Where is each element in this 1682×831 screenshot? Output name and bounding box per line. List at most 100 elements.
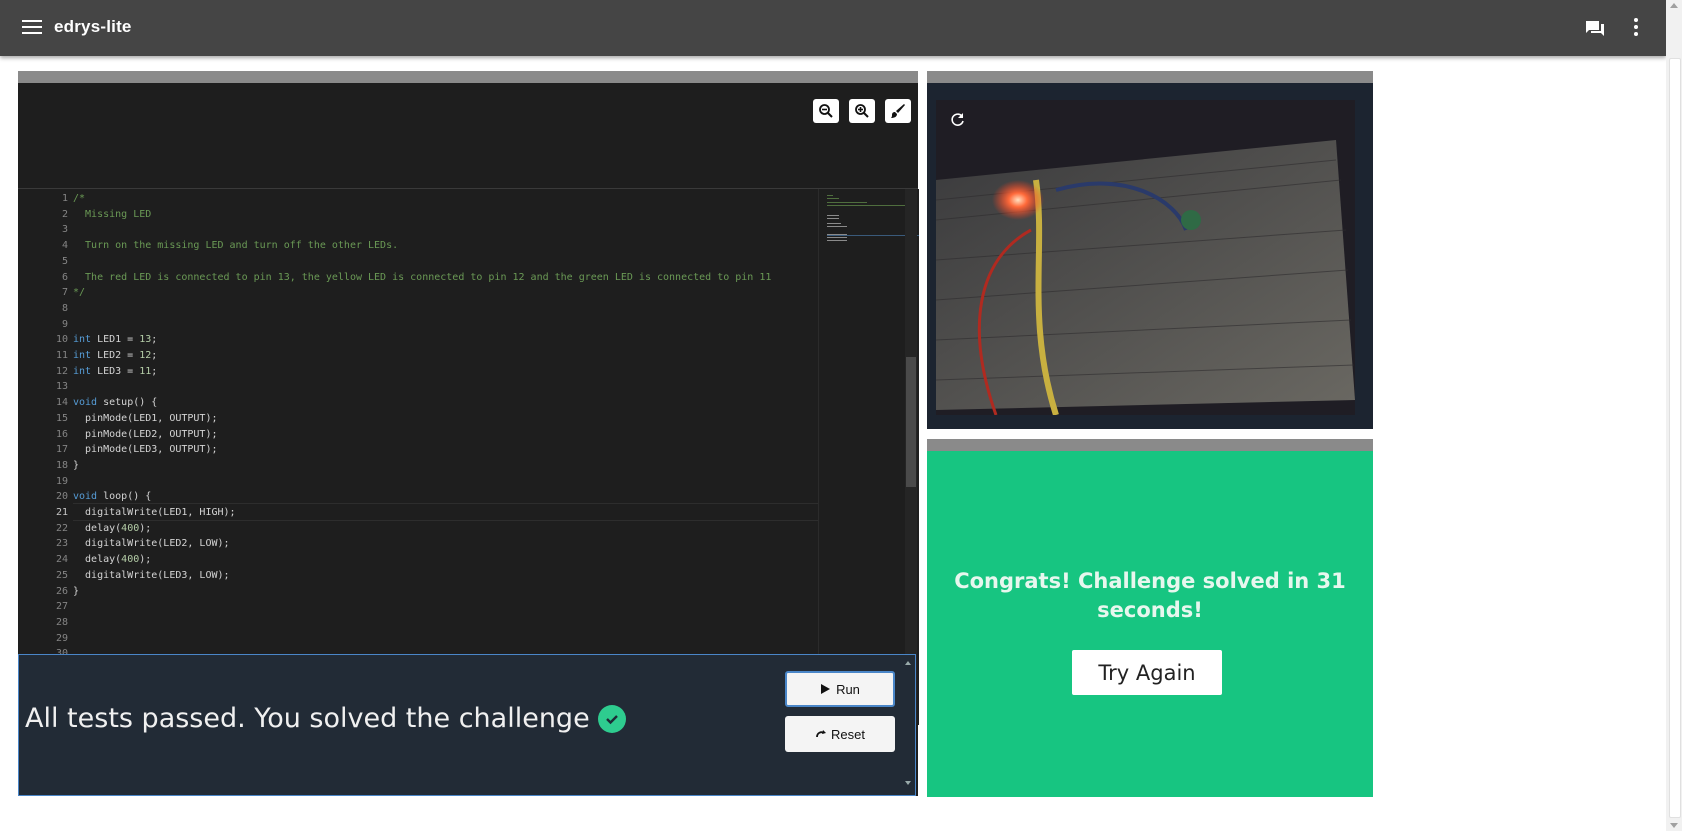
code-line[interactable]: 1 /* bbox=[18, 191, 818, 207]
challenge-panel: Congrats! Challenge solved in 31 seconds… bbox=[927, 439, 1373, 797]
line-number: 2 bbox=[61, 208, 68, 220]
zoom-out-button[interactable] bbox=[813, 99, 839, 123]
code-line[interactable]: 18} bbox=[18, 458, 818, 474]
app-title: edrys-lite bbox=[54, 17, 132, 36]
try-again-button[interactable]: Try Again bbox=[1072, 650, 1222, 695]
code-line[interactable]: 4 Turn on the missing LED and turn off t… bbox=[18, 238, 818, 254]
output-console: All tests passed. You solved the challen… bbox=[18, 654, 916, 796]
check-circle-icon bbox=[597, 704, 626, 733]
code-line-text: delay(400); bbox=[73, 554, 152, 566]
code-line[interactable]: 10 int LED1 = 13; bbox=[18, 332, 818, 348]
line-number: 13 bbox=[55, 381, 68, 393]
line-number: 19 bbox=[55, 475, 68, 487]
code-line[interactable]: 11 int LED2 = 12; bbox=[18, 348, 818, 364]
code-line[interactable]: 27 bbox=[18, 599, 818, 615]
line-number: 17 bbox=[55, 444, 68, 456]
line-number: 10 bbox=[55, 334, 68, 346]
output-scroll-up-icon[interactable] bbox=[905, 661, 911, 665]
run-button[interactable]: Run bbox=[785, 671, 895, 707]
chat-icon[interactable] bbox=[1585, 20, 1605, 38]
code-line-text: Turn on the missing LED and turn off the… bbox=[73, 240, 399, 252]
code-line[interactable]: 7 */ bbox=[18, 285, 818, 301]
editor-scrollbar[interactable] bbox=[905, 189, 917, 725]
code-line-text: int LED3 = 11; bbox=[73, 365, 158, 377]
line-number: 29 bbox=[55, 632, 68, 644]
code-line[interactable]: 24 delay(400); bbox=[18, 552, 818, 568]
line-number: 5 bbox=[61, 255, 68, 267]
line-number: 14 bbox=[55, 397, 68, 409]
code-line[interactable]: 20 void loop() { bbox=[18, 489, 818, 505]
code-editor[interactable]: 1/* 2 Missing LED 3 4 Turn on the missing L… bbox=[18, 188, 919, 725]
line-number: 16 bbox=[55, 428, 68, 440]
reset-button[interactable]: Reset bbox=[785, 716, 895, 752]
code-line-text: void setup() { bbox=[73, 397, 158, 409]
code-line-text: digitalWrite(LED3, LOW); bbox=[73, 569, 230, 581]
line-number: 7 bbox=[61, 287, 68, 299]
code-line[interactable]: 9 bbox=[18, 317, 818, 333]
run-button-label: Run bbox=[836, 681, 860, 697]
camera-panel-drag-bar[interactable] bbox=[927, 71, 1373, 83]
editor-scrollbar-thumb[interactable] bbox=[906, 357, 916, 487]
code-line[interactable]: 8 bbox=[18, 301, 818, 317]
play-icon bbox=[821, 684, 831, 694]
code-line-text: Missing LED bbox=[73, 208, 152, 220]
code-line[interactable]: 17 pinMode(LED3, OUTPUT); bbox=[18, 442, 818, 458]
code-line-text: */ bbox=[73, 287, 86, 299]
zoom-in-button[interactable] bbox=[849, 99, 875, 123]
code-line-text: The red LED is connected to pin 13, the … bbox=[73, 271, 772, 283]
code-line[interactable]: 25 digitalWrite(LED3, LOW); bbox=[18, 568, 818, 584]
minimap[interactable] bbox=[818, 189, 919, 725]
line-number: 4 bbox=[61, 240, 68, 252]
redo-icon bbox=[816, 730, 827, 738]
theme-button[interactable] bbox=[885, 99, 911, 123]
line-number: 25 bbox=[55, 569, 68, 581]
code-line[interactable]: 12 int LED3 = 11; bbox=[18, 364, 818, 380]
scroll-up-arrow-icon[interactable] bbox=[1670, 3, 1678, 8]
code-line[interactable]: 3 bbox=[18, 222, 818, 238]
code-line-text: } bbox=[73, 585, 80, 597]
line-number: 11 bbox=[55, 350, 68, 361]
code-line-text: int LED1 = 13; bbox=[73, 334, 158, 346]
code-line[interactable]: 14 void setup() { bbox=[18, 395, 818, 411]
code-line[interactable]: 13 bbox=[18, 379, 818, 395]
code-line[interactable]: 6 The red LED is connected to pin 13, th… bbox=[18, 270, 818, 286]
line-number: 9 bbox=[61, 318, 68, 330]
panel-drag-bar[interactable] bbox=[18, 71, 918, 83]
challenge-result-message: Congrats! Challenge solved in 31 seconds… bbox=[954, 569, 1346, 622]
line-number: 21 bbox=[55, 507, 68, 518]
line-number: 15 bbox=[55, 412, 68, 424]
breadboard-photo bbox=[936, 100, 1355, 415]
line-number: 26 bbox=[55, 585, 68, 597]
code-line[interactable]: 19 bbox=[18, 474, 818, 490]
line-number: 22 bbox=[55, 522, 68, 534]
reload-icon[interactable] bbox=[950, 112, 966, 128]
code-line[interactable]: 21 digitalWrite(LED1, HIGH); bbox=[18, 505, 818, 521]
more-vert-icon[interactable] bbox=[1632, 18, 1640, 38]
code-line-text: } bbox=[73, 459, 80, 471]
menu-icon[interactable] bbox=[22, 20, 42, 36]
code-line[interactable]: 26} bbox=[18, 584, 818, 600]
code-line[interactable]: 2 Missing LED bbox=[18, 207, 818, 223]
zoom-out-icon bbox=[819, 104, 833, 118]
code-line[interactable]: 5 bbox=[18, 254, 818, 270]
code-line[interactable]: 28 bbox=[18, 615, 818, 631]
code-line[interactable]: 22 delay(400); bbox=[18, 521, 818, 537]
scrollbar-thumb[interactable] bbox=[1669, 58, 1681, 818]
code-line[interactable]: 16 pinMode(LED2, OUTPUT); bbox=[18, 427, 818, 443]
code-line-text: pinMode(LED3, OUTPUT); bbox=[73, 444, 218, 456]
output-scroll-down-icon[interactable] bbox=[905, 781, 911, 785]
line-number: 27 bbox=[55, 601, 68, 613]
code-line-text: int LED2 = 12; bbox=[73, 350, 158, 361]
code-line-text: /* bbox=[73, 193, 86, 204]
editor-toolbar bbox=[18, 83, 918, 188]
challenge-panel-drag-bar[interactable] bbox=[927, 439, 1373, 451]
code-line[interactable]: 15 pinMode(LED1, OUTPUT); bbox=[18, 411, 818, 427]
code-line-text: digitalWrite(LED1, HIGH); bbox=[73, 507, 236, 518]
code-line[interactable]: 23 digitalWrite(LED2, LOW); bbox=[18, 536, 818, 552]
zoom-in-icon bbox=[855, 104, 869, 118]
code-line-text: delay(400); bbox=[73, 522, 152, 534]
code-line[interactable]: 29 bbox=[18, 631, 818, 647]
page-scrollbar[interactable] bbox=[1666, 0, 1682, 831]
code-line-text: digitalWrite(LED2, LOW); bbox=[73, 538, 230, 550]
scroll-down-arrow-icon[interactable] bbox=[1670, 823, 1678, 828]
